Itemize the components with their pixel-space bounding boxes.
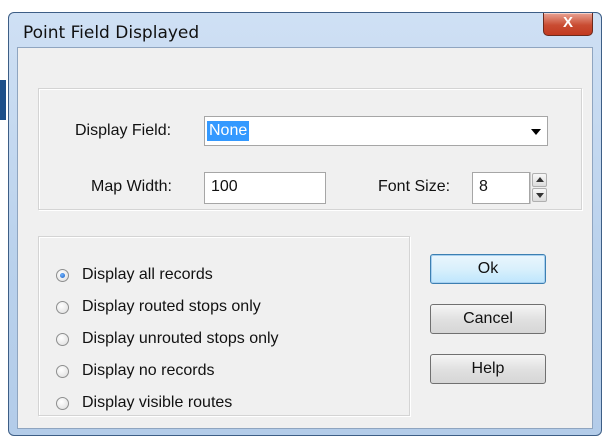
font-size-label: Font Size: <box>378 178 451 195</box>
radio-label: Display no records <box>82 362 215 379</box>
font-size-input[interactable]: 8 <box>472 172 530 204</box>
close-button[interactable]: X <box>543 13 593 36</box>
display-field-dropdown[interactable]: None <box>204 116 548 146</box>
map-width-label: Map Width: <box>91 178 172 195</box>
radio-display-unrouted-stops-only[interactable]: Display unrouted stops only <box>56 330 396 352</box>
dialog-title: Point Field Displayed <box>23 23 200 43</box>
dialog-client-area: Display Field: None Map Width: 100 Font … <box>17 47 593 429</box>
display-field-label: Display Field: <box>75 122 172 139</box>
display-field-value: None <box>207 121 250 141</box>
radio-display-no-records[interactable]: Display no records <box>56 362 396 384</box>
record-display-group <box>38 236 410 416</box>
background-window <box>0 0 610 10</box>
radio-display-visible-routes[interactable]: Display visible routes <box>56 394 396 416</box>
radio-button[interactable] <box>56 397 69 410</box>
chevron-down-icon[interactable] <box>531 129 541 135</box>
help-button[interactable]: Help <box>430 354 546 384</box>
radio-label: Display visible routes <box>82 394 233 411</box>
radio-label: Display all records <box>82 266 213 283</box>
radio-label: Display routed stops only <box>82 298 261 315</box>
radio-display-all-records[interactable]: Display all records <box>56 266 396 288</box>
spin-down-icon[interactable] <box>532 188 547 202</box>
map-width-input[interactable]: 100 <box>204 172 326 204</box>
radio-button[interactable] <box>56 269 69 282</box>
ok-button[interactable]: Ok <box>430 254 546 284</box>
radio-button[interactable] <box>56 301 69 314</box>
spin-up-icon[interactable] <box>532 173 547 187</box>
radio-label: Display unrouted stops only <box>82 330 279 347</box>
radio-button[interactable] <box>56 333 69 346</box>
radio-button[interactable] <box>56 365 69 378</box>
point-field-dialog: Point Field Displayed X Display Field: N… <box>8 12 602 436</box>
title-bar[interactable]: Point Field Displayed X <box>9 13 601 47</box>
close-icon: X <box>562 14 573 31</box>
cancel-button[interactable]: Cancel <box>430 304 546 334</box>
font-size-spinner[interactable] <box>530 172 548 204</box>
radio-display-routed-stops-only[interactable]: Display routed stops only <box>56 298 396 320</box>
background-window-edge <box>0 80 6 120</box>
